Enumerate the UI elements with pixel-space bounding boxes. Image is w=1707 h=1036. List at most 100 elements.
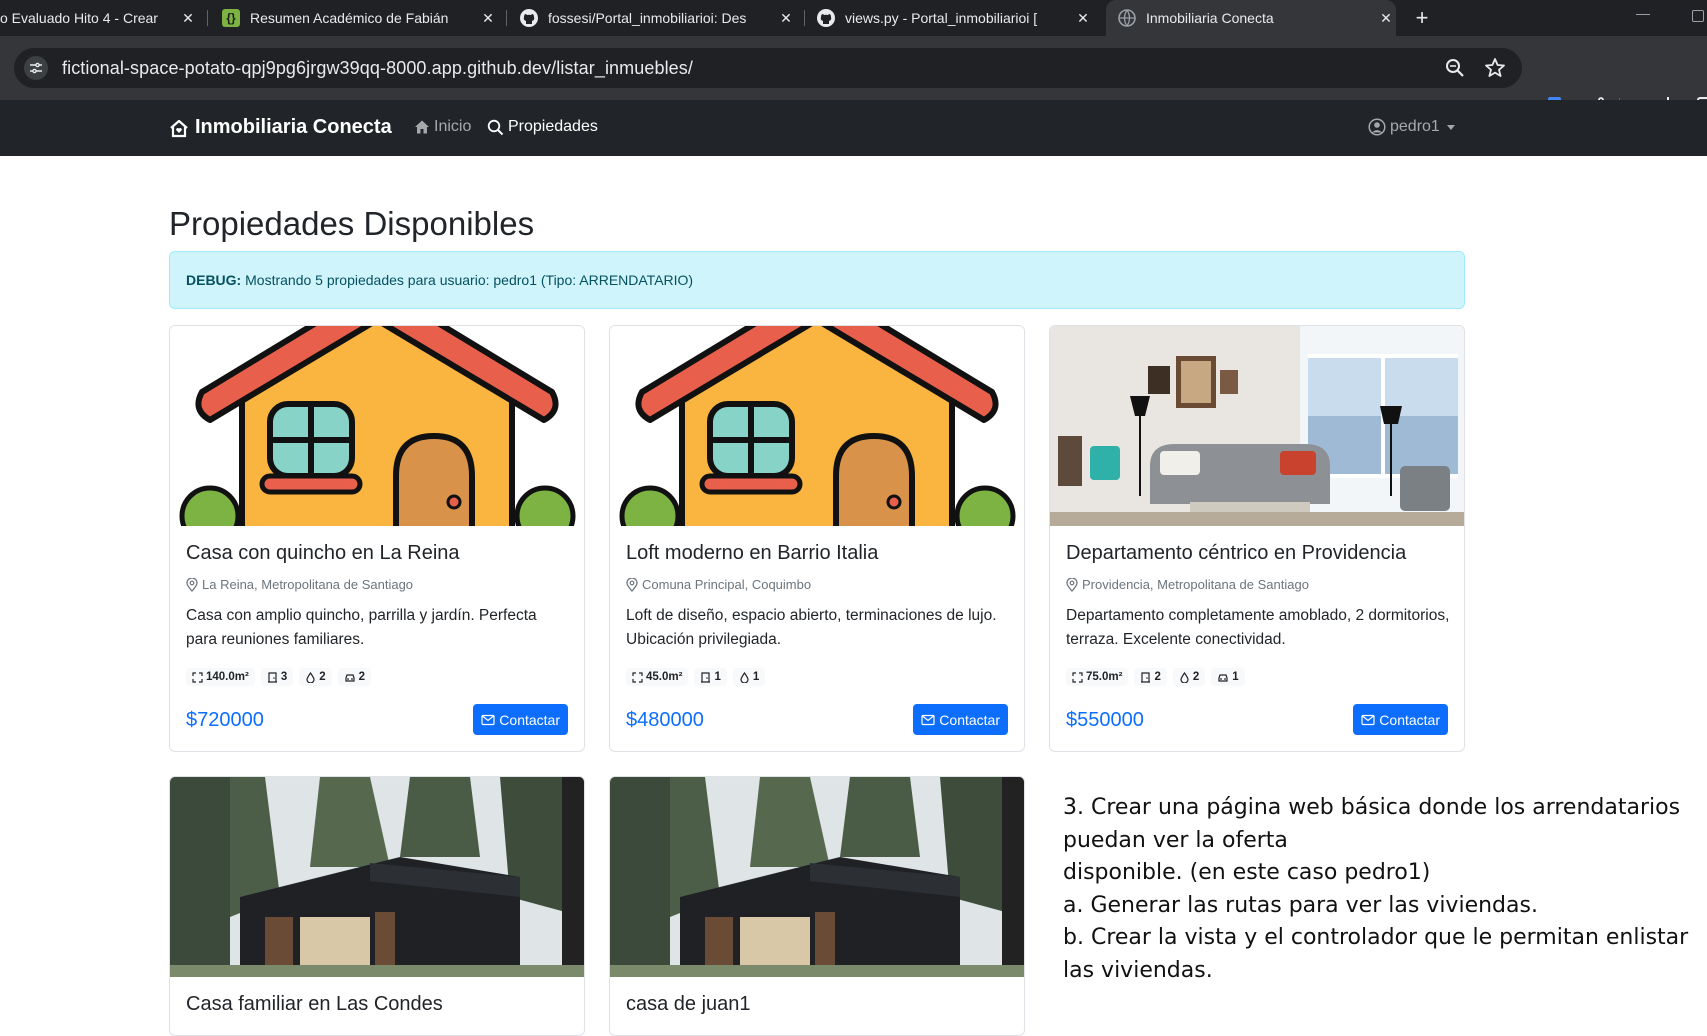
baths-badge: 2 bbox=[299, 668, 332, 686]
property-title[interactable]: Departamento céntrico en Providencia bbox=[1066, 542, 1406, 565]
browser-toolbar: fictional-space-potato-qpj9pg6jrgw39qq-8… bbox=[0, 36, 1707, 116]
browser-tab-active[interactable]: Inmobiliaria Conecta ✕ bbox=[1106, 0, 1396, 36]
contact-button[interactable]: Contactar bbox=[913, 704, 1008, 735]
note-line: puedan ver la oferta bbox=[1063, 827, 1288, 853]
nav-link-label: Propiedades bbox=[508, 118, 598, 135]
debug-alert: DEBUG: Mostrando 5 propiedades para usua… bbox=[169, 251, 1465, 309]
property-card: Departamento céntrico en Providencia Pro… bbox=[1049, 325, 1465, 752]
property-card: casa de juan1 bbox=[609, 776, 1025, 1036]
brand-name: Inmobiliaria Conecta bbox=[195, 116, 392, 138]
contact-button-label: Contactar bbox=[499, 711, 560, 728]
tab-title: Resumen Académico de Fabián bbox=[250, 10, 449, 26]
location-text: Providencia, Metropolitana de Santiago bbox=[1082, 577, 1309, 592]
door-icon bbox=[701, 671, 711, 683]
property-card: Casa familiar en Las Condes bbox=[169, 776, 585, 1036]
property-title[interactable]: casa de juan1 bbox=[626, 993, 751, 1016]
car-icon bbox=[1218, 673, 1228, 682]
rooms-badge: 3 bbox=[260, 668, 294, 686]
map-pin-icon bbox=[186, 577, 198, 592]
rooms-value: 2 bbox=[1154, 671, 1161, 683]
parking-badge: 2 bbox=[337, 668, 372, 686]
note-line: a. Generar las rutas para ver las vivien… bbox=[1063, 892, 1538, 918]
tab-title: fossesi/Portal_inmobiliarioi: Des bbox=[548, 10, 747, 26]
address-bar[interactable]: fictional-space-potato-qpj9pg6jrgw39qq-8… bbox=[14, 48, 1522, 88]
parking-badge: 1 bbox=[1211, 668, 1245, 686]
close-tab-icon[interactable]: ✕ bbox=[478, 10, 498, 27]
globe-favicon-icon bbox=[1118, 9, 1136, 27]
area-badge: 75.0m² bbox=[1066, 668, 1129, 686]
debug-message: Mostrando 5 propiedades para usuario: pe… bbox=[245, 272, 694, 288]
parking-value: 1 bbox=[1232, 671, 1239, 683]
area-value: 45.0m² bbox=[646, 671, 683, 683]
site-settings-icon[interactable] bbox=[24, 56, 48, 80]
property-features: 45.0m² 1 1 bbox=[626, 668, 766, 686]
brand-link[interactable]: Inmobiliaria Conecta bbox=[169, 116, 392, 139]
area-value: 140.0m² bbox=[206, 671, 249, 683]
nav-link-inicio[interactable]: Inicio bbox=[414, 118, 471, 136]
map-pin-icon bbox=[626, 577, 638, 592]
droplet-icon bbox=[1180, 671, 1189, 683]
close-tab-icon[interactable]: ✕ bbox=[1376, 10, 1396, 27]
user-dropdown[interactable]: pedro1 bbox=[1368, 118, 1455, 136]
envelope-icon bbox=[1361, 714, 1375, 725]
property-price: $550000 bbox=[1066, 709, 1144, 731]
baths-badge: 2 bbox=[1172, 668, 1206, 686]
github-favicon-icon bbox=[817, 9, 835, 27]
expand-icon bbox=[1072, 671, 1083, 683]
living-room-photo-image bbox=[1050, 326, 1464, 526]
rooms-value: 1 bbox=[714, 671, 721, 683]
property-location: La Reina, Metropolitana de Santiago bbox=[186, 577, 413, 592]
browser-tab-3[interactable]: fossesi/Portal_inmobiliarioi: Des ✕ bbox=[520, 0, 796, 36]
tab-title: Inmobiliaria Conecta bbox=[1146, 10, 1274, 26]
property-card: Loft moderno en Barrio Italia Comuna Pri… bbox=[609, 325, 1025, 752]
property-image bbox=[610, 777, 1024, 977]
contact-button[interactable]: Contactar bbox=[473, 704, 568, 735]
note-line: 3. Crear una página web básica donde los… bbox=[1063, 795, 1681, 820]
baths-value: 1 bbox=[752, 671, 760, 683]
droplet-icon bbox=[306, 671, 315, 683]
rooms-value: 3 bbox=[280, 671, 288, 683]
tab-separator bbox=[207, 10, 208, 26]
github-favicon-icon bbox=[520, 9, 538, 27]
close-tab-icon[interactable]: ✕ bbox=[1073, 10, 1093, 27]
property-card: Casa con quincho en La Reina La Reina, M… bbox=[169, 325, 585, 752]
browser-tab-bar: o Evaluado Hito 4 - Crear ✕ {} Resumen A… bbox=[0, 0, 1707, 36]
nav-link-label: Inicio bbox=[434, 118, 472, 135]
modern-cabin-photo-image bbox=[610, 777, 1024, 977]
browser-tab-4[interactable]: views.py - Portal_inmobiliarioi [ ✕ bbox=[817, 0, 1093, 36]
maximize-window-icon[interactable] bbox=[1692, 10, 1704, 22]
close-tab-icon[interactable]: ✕ bbox=[776, 10, 796, 27]
assignment-note: 3. Crear una página web básica donde los… bbox=[1063, 792, 1688, 987]
zoom-icon[interactable] bbox=[1444, 57, 1466, 79]
property-price: $480000 bbox=[626, 709, 704, 731]
bookmark-star-icon[interactable] bbox=[1484, 57, 1506, 79]
nav-link-propiedades[interactable]: Propiedades bbox=[487, 118, 598, 136]
location-text: Comuna Principal, Coquimbo bbox=[642, 577, 812, 592]
property-description: Loft de diseño, espacio abierto, termina… bbox=[626, 607, 997, 648]
new-tab-button[interactable]: + bbox=[1408, 4, 1436, 32]
baths-badge: 1 bbox=[732, 668, 766, 686]
username: pedro1 bbox=[1390, 118, 1440, 135]
baths-value: 2 bbox=[1192, 671, 1200, 683]
property-title[interactable]: Casa con quincho en La Reina bbox=[186, 542, 460, 565]
contact-button-label: Contactar bbox=[1379, 711, 1440, 728]
property-image bbox=[170, 326, 584, 526]
door-icon bbox=[267, 671, 277, 683]
browser-tab-2[interactable]: {} Resumen Académico de Fabián ✕ bbox=[222, 0, 498, 36]
minimize-window-icon[interactable] bbox=[1636, 14, 1650, 15]
tab-title: views.py - Portal_inmobiliarioi [ bbox=[845, 10, 1038, 26]
property-title[interactable]: Loft moderno en Barrio Italia bbox=[626, 542, 878, 565]
close-tab-icon[interactable]: ✕ bbox=[178, 10, 198, 27]
contact-button-label: Contactar bbox=[939, 711, 1000, 728]
envelope-icon bbox=[921, 714, 935, 725]
contact-button[interactable]: Contactar bbox=[1353, 704, 1448, 735]
tab-title: o Evaluado Hito 4 - Crear bbox=[0, 10, 158, 26]
browser-tab-1[interactable]: o Evaluado Hito 4 - Crear ✕ bbox=[0, 0, 198, 36]
property-features: 140.0m² 3 2 2 bbox=[186, 668, 372, 686]
property-image bbox=[610, 326, 1024, 526]
rooms-badge: 2 bbox=[1134, 668, 1167, 686]
tab-separator bbox=[506, 10, 507, 26]
area-value: 75.0m² bbox=[1086, 671, 1123, 683]
tab-separator bbox=[804, 10, 805, 26]
property-title[interactable]: Casa familiar en Las Condes bbox=[186, 993, 443, 1016]
